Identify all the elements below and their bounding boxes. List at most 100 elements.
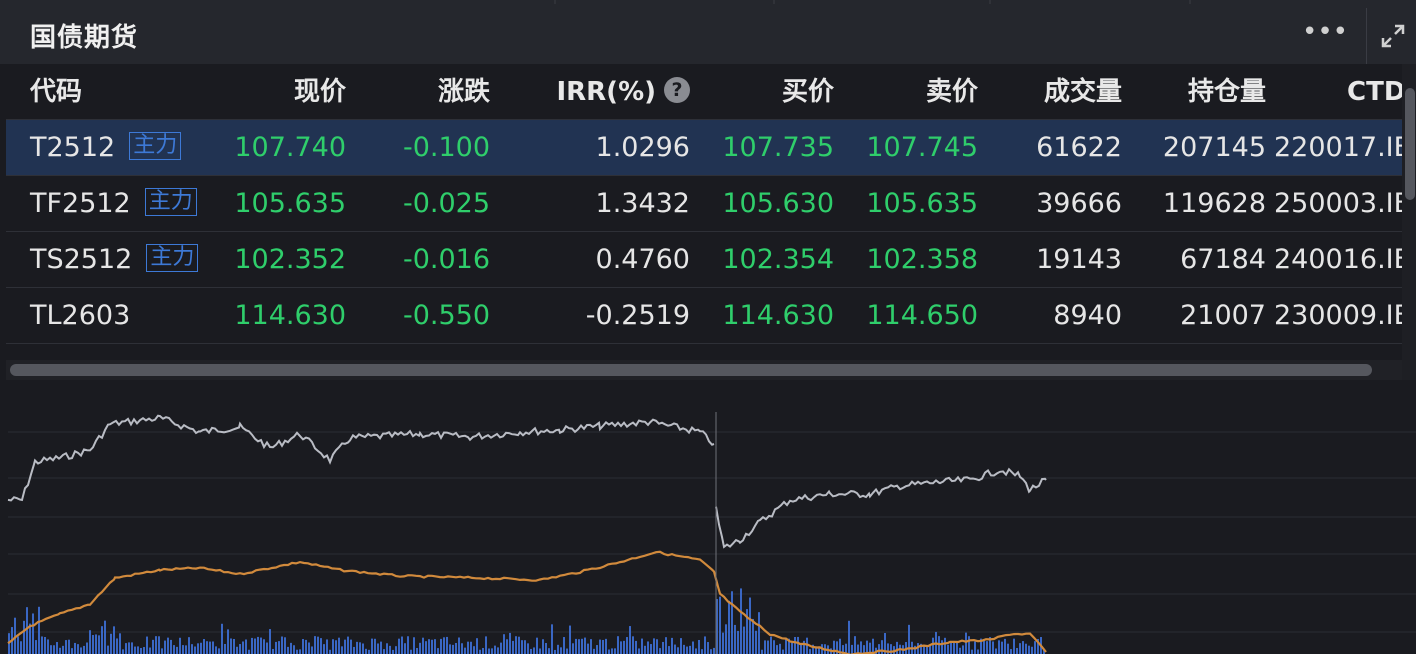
intraday-chart-svg xyxy=(7,412,1416,654)
col-header-bid[interactable]: 买价 xyxy=(694,64,834,120)
vertical-scrollbar[interactable] xyxy=(1402,64,1416,380)
volume-bar xyxy=(794,636,796,654)
volume-bar xyxy=(452,644,454,654)
volume-bar xyxy=(191,644,193,654)
horizontal-scrollbar-thumb[interactable] xyxy=(10,364,1372,376)
panel-title: 国债期货 xyxy=(30,23,139,53)
volume-bar xyxy=(419,642,421,654)
expand-icon[interactable] xyxy=(1366,8,1416,64)
col-header-price[interactable]: 现价 xyxy=(206,64,346,120)
volume-bar xyxy=(437,648,439,654)
volume-bar xyxy=(32,613,34,654)
price-cell: 105.635 xyxy=(234,188,346,219)
volume-bar xyxy=(1016,647,1018,654)
volume-bar xyxy=(767,640,769,654)
table-row[interactable]: TF2512 主力 105.635 -0.025 1.3432 105.630 1… xyxy=(6,176,1402,232)
volume-bar xyxy=(320,638,322,654)
horizontal-scrollbar[interactable] xyxy=(6,360,1402,380)
volume-bar xyxy=(407,636,409,654)
volume-bar xyxy=(377,643,379,654)
volume-bar xyxy=(854,636,856,654)
volume-bar xyxy=(755,630,757,654)
volume-bar xyxy=(458,637,460,654)
table-row[interactable]: TS2512 主力 102.352 -0.016 0.4760 102.354 1… xyxy=(6,232,1402,288)
volume-bar xyxy=(608,649,610,654)
volume-bar xyxy=(449,644,451,654)
volume-bar xyxy=(572,643,574,654)
volume-bar xyxy=(371,638,373,654)
col-header-volume[interactable]: 成交量 xyxy=(982,64,1122,120)
table-row[interactable]: T2512 主力 107.740 -0.100 1.0296 107.735 10… xyxy=(6,120,1402,176)
volume-bar xyxy=(491,648,493,654)
volume-bar xyxy=(203,639,205,654)
volume-bar xyxy=(350,639,352,654)
volume-bar xyxy=(38,606,40,654)
volume-bar xyxy=(272,648,274,654)
volume-bar xyxy=(293,645,295,654)
main-contract-tag[interactable]: 主力 xyxy=(129,131,182,160)
volume-bar xyxy=(149,647,151,654)
volume-bar xyxy=(446,636,448,654)
more-options-icon[interactable]: ••• xyxy=(1300,12,1350,52)
volume-bar xyxy=(779,643,781,654)
volume-bar xyxy=(245,639,247,654)
volume-bar xyxy=(221,623,223,654)
volume-bar xyxy=(752,618,754,654)
volume-bar xyxy=(995,648,997,654)
volume-bar xyxy=(527,643,529,654)
volume-bar xyxy=(632,636,634,654)
volume-bar xyxy=(713,647,715,654)
volume-bar xyxy=(302,639,304,654)
volume-bar xyxy=(953,642,955,654)
volume-bar xyxy=(704,636,706,654)
volume-bar xyxy=(299,649,301,654)
volume-bar xyxy=(581,638,583,654)
volume-bar xyxy=(20,641,22,654)
col-header-oi[interactable]: 持仓量 xyxy=(1126,64,1266,120)
change-cell: -0.016 xyxy=(402,244,490,275)
bid-cell: 107.735 xyxy=(722,132,834,163)
volume-bar xyxy=(209,641,211,654)
col-header-code[interactable]: 代码 xyxy=(30,64,82,120)
table-row[interactable]: TL2603 114.630 -0.550 -0.2519 114.630 11… xyxy=(6,288,1402,344)
volume-bar xyxy=(791,642,793,654)
volume-bar xyxy=(395,646,397,654)
volume-bar xyxy=(119,633,121,654)
col-header-irr[interactable]: IRR(%)? xyxy=(506,64,690,120)
volume-bar xyxy=(155,636,157,654)
average-price-line xyxy=(7,550,1047,654)
volume-bar xyxy=(242,641,244,654)
help-icon[interactable]: ? xyxy=(664,76,690,103)
volume-bar xyxy=(485,636,487,654)
change-cell: -0.100 xyxy=(402,132,490,163)
volume-bar xyxy=(26,607,28,654)
volume-bar xyxy=(194,646,196,654)
volume-bar xyxy=(182,645,184,654)
volume-bar xyxy=(233,638,235,654)
volume-bar xyxy=(185,645,187,654)
main-contract-tag[interactable]: 主力 xyxy=(144,187,197,216)
col-header-ask[interactable]: 卖价 xyxy=(838,64,978,120)
volume-bar xyxy=(287,646,289,654)
volume-bar xyxy=(128,642,130,654)
volume-bar xyxy=(254,638,256,654)
col-header-ctd[interactable]: CTD xyxy=(1347,64,1402,120)
main-contract-tag[interactable]: 主力 xyxy=(146,243,199,272)
volume-bar xyxy=(851,644,853,654)
price-cell: 114.630 xyxy=(234,300,346,331)
contract-code-cell: TF2512 主力 xyxy=(30,176,197,232)
volume-bar xyxy=(71,648,73,654)
volume-bar xyxy=(200,642,202,654)
volume-bar xyxy=(188,637,190,654)
volume-bar xyxy=(296,649,298,654)
intraday-chart[interactable] xyxy=(0,382,1416,654)
volume-bar xyxy=(359,642,361,654)
vertical-scrollbar-thumb[interactable] xyxy=(1405,88,1415,200)
volume-bar xyxy=(962,645,964,654)
col-header-change[interactable]: 涨跌 xyxy=(346,64,490,120)
volume-bar xyxy=(104,620,106,654)
volume-bar xyxy=(1001,641,1003,654)
volume-bar xyxy=(125,643,127,654)
volume-bar xyxy=(422,637,424,654)
irr-cell: 1.0296 xyxy=(595,132,690,163)
